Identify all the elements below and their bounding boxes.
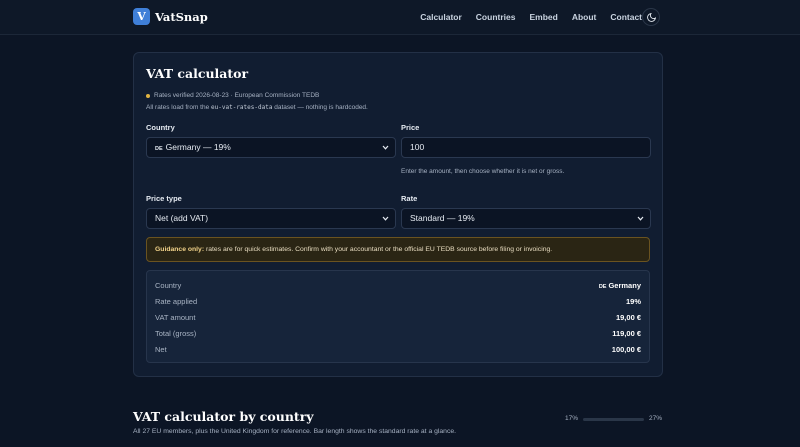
country-label: Country bbox=[146, 123, 175, 132]
result-row-net: Net 100,00 € bbox=[155, 345, 641, 354]
guidance-alert: Guidance only: rates are for quick estim… bbox=[146, 237, 650, 262]
vat-calculator-card: VAT calculator Rates verified 2026-08-23… bbox=[133, 52, 663, 377]
result-row-rate: Rate applied 19% bbox=[155, 297, 641, 306]
nav-link-countries[interactable]: Countries bbox=[476, 12, 516, 22]
rate-scale-bar bbox=[583, 418, 644, 421]
price-hint: Enter the amount, then choose whether it… bbox=[401, 168, 565, 175]
result-row-country: Country DE Germany bbox=[155, 281, 641, 290]
result-row-vat: VAT amount 19,00 € bbox=[155, 313, 641, 322]
scale-max-label: 27% bbox=[649, 415, 663, 422]
scale-min-label: 17% bbox=[565, 415, 579, 422]
price-label: Price bbox=[401, 123, 420, 132]
rate-select[interactable]: Standard — 19% bbox=[401, 208, 651, 229]
germany-flag-icon: DE bbox=[598, 284, 607, 290]
results-panel: Country DE Germany Rate applied 19% VAT a… bbox=[146, 270, 650, 363]
dataset-note: All rates load from the eu-vat-rates-dat… bbox=[146, 104, 368, 111]
nav-link-embed[interactable]: Embed bbox=[529, 12, 557, 22]
price-input[interactable]: 100 bbox=[401, 137, 651, 158]
status-dot-icon bbox=[146, 93, 150, 98]
nav-link-contact[interactable]: Contact bbox=[610, 12, 642, 22]
chevron-down-icon bbox=[382, 145, 389, 150]
nav-link-calculator[interactable]: Calculator bbox=[420, 12, 462, 22]
nav-link-about[interactable]: About bbox=[572, 12, 597, 22]
brand-name[interactable]: VatSnap bbox=[155, 10, 208, 24]
calculator-title: VAT calculator bbox=[146, 66, 249, 81]
rate-label: Rate bbox=[401, 194, 418, 203]
rates-verified-note: Rates verified 2026-08-23 · European Com… bbox=[146, 92, 319, 99]
top-nav: V VatSnap Calculator Countries Embed Abo… bbox=[0, 0, 800, 35]
by-country-title: VAT calculator by country bbox=[133, 409, 314, 424]
chevron-down-icon bbox=[382, 216, 389, 221]
moon-icon bbox=[646, 12, 656, 22]
price-type-label: Price type bbox=[146, 194, 182, 203]
nav-links: Calculator Countries Embed About Contact bbox=[420, 12, 642, 22]
by-country-subtitle: All 27 EU members, plus the United Kingd… bbox=[133, 428, 457, 435]
germany-flag-icon: DE bbox=[155, 146, 163, 152]
chevron-down-icon bbox=[637, 216, 644, 221]
result-row-total: Total (gross) 119,00 € bbox=[155, 329, 641, 338]
country-select[interactable]: DE Germany — 19% bbox=[146, 137, 396, 158]
theme-toggle-button[interactable] bbox=[642, 8, 660, 26]
price-type-select[interactable]: Net (add VAT) bbox=[146, 208, 396, 229]
dataset-name: eu-vat-rates-data bbox=[211, 104, 273, 111]
logo-icon[interactable]: V bbox=[133, 8, 150, 25]
